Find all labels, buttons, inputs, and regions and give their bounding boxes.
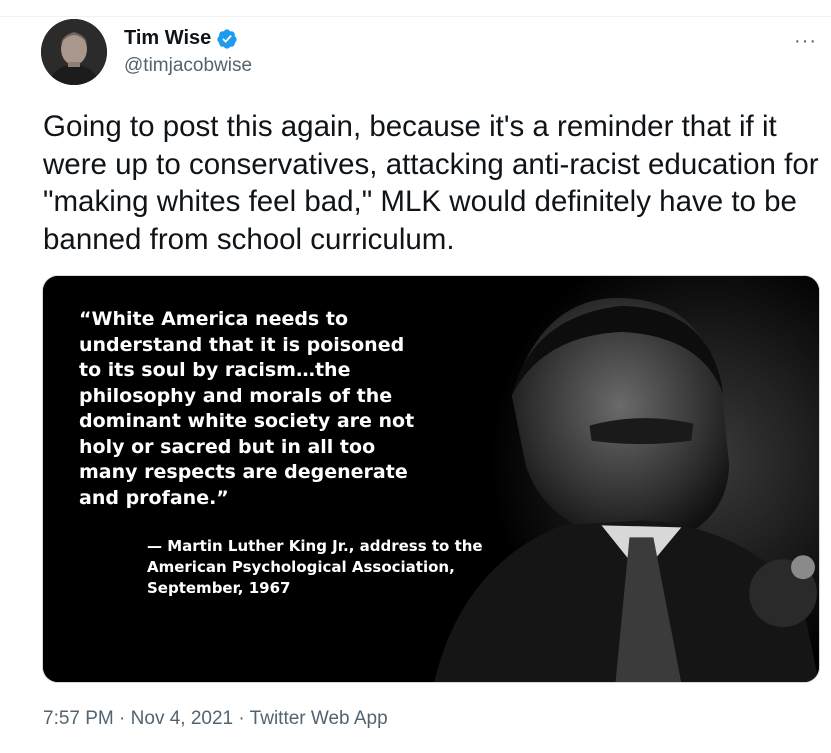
top-divider [0, 16, 831, 17]
tweet-text: Going to post this again, because it's a… [43, 110, 819, 256]
tweet-date[interactable]: Nov 4, 2021 [131, 708, 233, 729]
meta-separator: · [238, 708, 245, 729]
avatar[interactable] [41, 19, 107, 85]
author-handle[interactable]: @timjacobwise [124, 55, 252, 77]
tweet-metadata: 7:57 PM · Nov 4, 2021 · Twitter Web App [43, 708, 388, 730]
quote-attribution: — Martin Luther King Jr., address to the… [147, 537, 483, 597]
tweet-time[interactable]: 7:57 PM [43, 708, 114, 729]
meta-separator: · [119, 708, 126, 729]
more-horizontal-icon[interactable]: ··· [794, 30, 817, 53]
tweet-media-image[interactable]: “White America needs to understand that … [42, 275, 820, 683]
author-name[interactable]: Tim Wise [124, 27, 211, 50]
author-row: Tim Wise [124, 27, 238, 50]
profile-photo-icon [41, 19, 107, 85]
verified-badge-icon [216, 28, 238, 50]
quote-text: “White America needs to understand that … [79, 308, 415, 509]
tweet-source[interactable]: Twitter Web App [250, 708, 388, 729]
